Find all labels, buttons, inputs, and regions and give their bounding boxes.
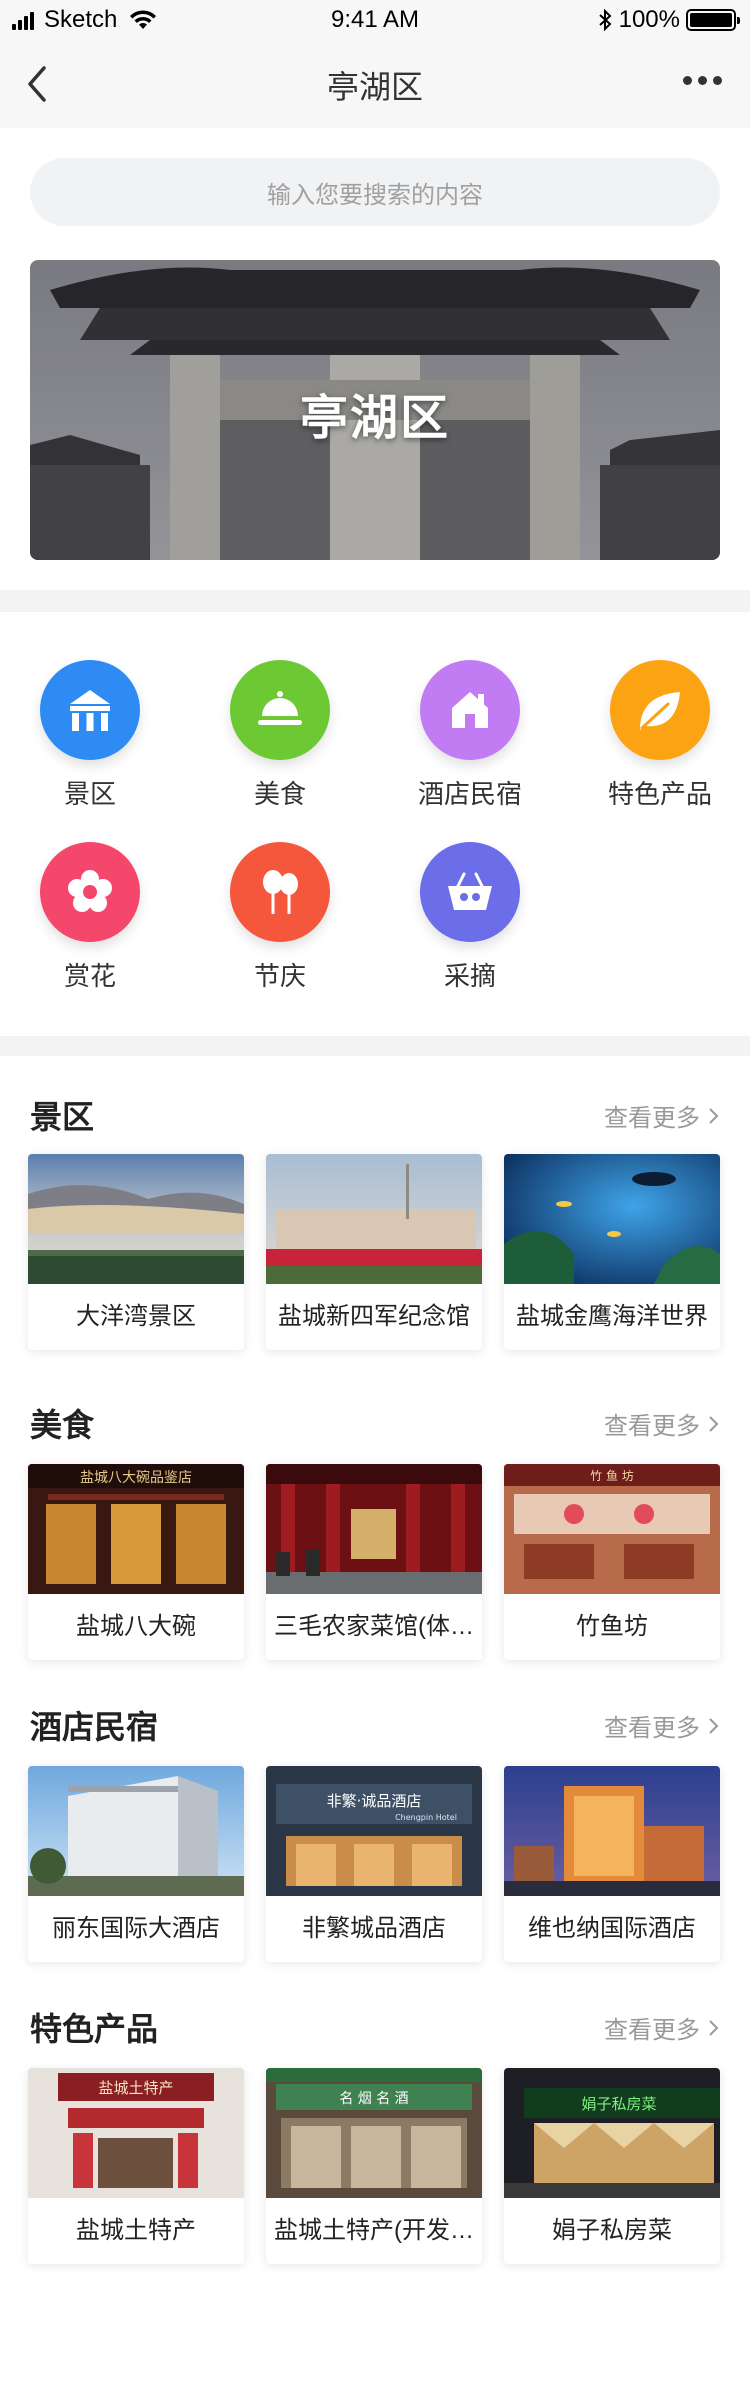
specialty-card[interactable]: 娟子私房菜 娟子私房菜 [504,2068,720,2264]
scenic-card[interactable]: 大洋湾景区 [28,1154,244,1350]
shop-sign2: 名 烟 名 酒 [339,2091,408,2107]
hotel-card[interactable]: 丽东国际大酒店 [28,1766,244,1962]
food-photo: 竹 鱼 坊 [504,1464,720,1594]
basket-icon [420,842,520,942]
see-more-label: 查看更多 [604,1413,700,1440]
see-more-food[interactable]: 查看更多 [604,1406,720,1441]
section-title-food: 美食 [30,1407,95,1443]
bluetooth-icon [598,9,612,31]
food-card[interactable]: 三毛农家菜馆(体育馆店) [266,1464,482,1660]
hotel-name: 维也纳国际酒店 [528,1915,696,1942]
category-label: 节庆 [253,961,306,991]
status-right: 100% [597,6,740,34]
hotel-photo [504,1766,720,1896]
chevron-right-icon [709,2019,719,2036]
category-hotel[interactable]: 酒店民宿 [380,660,560,811]
balloon-icon [230,842,330,942]
category-picking[interactable]: 采摘 [380,842,560,993]
hotel-name: 非繁城品酒店 [302,1915,446,1942]
category-scenic[interactable]: 景区 [0,660,180,811]
leaf-icon [610,660,710,760]
dish-icon [230,660,330,760]
specialty-name: 盐城土特产 [76,2217,196,2244]
see-more-hotel[interactable]: 查看更多 [604,1708,720,1743]
nav-bar: 亭湖区 [0,40,750,128]
see-more-label: 查看更多 [604,1105,700,1132]
category-label: 美食 [253,779,306,809]
juanzi-sign: 娟子私房菜 [581,2095,656,2113]
specialty-photo: 娟子私房菜 [504,2068,720,2198]
more-options-icon[interactable] [677,76,722,85]
scenic-photo [28,1154,244,1284]
specialty-name: 娟子私房菜 [552,2217,672,2244]
food-name: 盐城八大碗 [76,1613,196,1640]
battery-percent: 100% [618,6,680,33]
specialty-photo: 盐城土特产 [28,2068,244,2198]
hotel-name: 丽东国际大酒店 [52,1915,220,1942]
section-title-specialty: 特色产品 [30,2011,159,2047]
category-label: 酒店民宿 [417,779,522,809]
category-label: 景区 [63,779,116,809]
hotel-photo [28,1766,244,1896]
battery-icon [686,9,740,31]
house-icon [420,660,520,760]
scenic-name: 盐城新四军纪念馆 [278,1303,470,1330]
category-specialty[interactable]: 特色产品 [570,660,750,811]
flower-icon [40,842,140,942]
divider [0,590,750,612]
see-more-label: 查看更多 [604,1715,700,1742]
hotel-sign-en: Chengpin Hotel [395,1813,457,1822]
page-title: 亭湖区 [326,69,423,105]
category-label: 采摘 [443,961,496,991]
hotel-sign: 非繁·诚品酒店 [327,1792,422,1810]
category-food[interactable]: 美食 [190,660,370,811]
scenic-photo [504,1154,720,1284]
banner-title: 亭湖区 [299,392,450,445]
yuzhu-sign: 竹 鱼 坊 [590,1468,634,1483]
see-more-label: 查看更多 [604,2017,700,2044]
see-more-scenic[interactable]: 查看更多 [604,1098,720,1133]
specialty-card[interactable]: 名 烟 名 酒 盐城土特产(开发区店) [266,2068,482,2264]
see-more-specialty[interactable]: 查看更多 [604,2010,720,2045]
scenic-name: 大洋湾景区 [76,1303,196,1330]
hotel-card[interactable]: 维也纳国际酒店 [504,1766,720,1962]
specialty-card[interactable]: 盐城土特产 盐城土特产 [28,2068,244,2264]
chevron-right-icon [709,1717,719,1734]
section-title-scenic: 景区 [30,1099,95,1135]
status-bar: Sketch 9:41 AM 100% [0,0,750,40]
scenic-card[interactable]: 盐城新四军纪念馆 [266,1154,482,1350]
hotel-photo: 非繁·诚品酒店 Chengpin Hotel [266,1766,482,1896]
category-label: 赏花 [63,961,116,991]
food-name: 竹鱼坊 [576,1613,648,1640]
hotel-card[interactable]: 非繁·诚品酒店 Chengpin Hotel 非繁城品酒店 [266,1766,482,1962]
chevron-right-icon [709,1415,719,1432]
scenic-card[interactable]: 盐城金鹰海洋世界 [504,1154,720,1350]
gate-icon [40,660,140,760]
banner[interactable]: 亭湖区 [30,260,720,560]
restaurant-sign: 盐城八大碗品鉴店 [80,1470,192,1486]
search-placeholder: 输入您要搜索的内容 [267,181,483,209]
food-name: 三毛农家菜馆(体育馆店) [274,1613,482,1640]
category-festival[interactable]: 节庆 [190,842,370,993]
category-flowers[interactable]: 赏花 [0,842,180,993]
food-card[interactable]: 竹 鱼 坊 竹鱼坊 [504,1464,720,1660]
chevron-right-icon [709,1107,719,1124]
category-label: 特色产品 [607,779,712,809]
food-card[interactable]: 盐城八大碗品鉴店 盐城八大碗 [28,1464,244,1660]
scenic-photo [266,1154,482,1284]
shop-sign: 盐城土特产 [98,2079,173,2097]
food-photo: 盐城八大碗品鉴店 [28,1464,244,1594]
section-title-hotel: 酒店民宿 [30,1709,159,1745]
scenic-name: 盐城金鹰海洋世界 [516,1303,708,1330]
divider [0,1036,750,1056]
food-photo [266,1464,482,1594]
specialty-photo: 名 烟 名 酒 [266,2068,482,2198]
search-input[interactable]: 输入您要搜索的内容 [30,158,720,226]
specialty-name: 盐城土特产(开发区店) [274,2217,482,2244]
